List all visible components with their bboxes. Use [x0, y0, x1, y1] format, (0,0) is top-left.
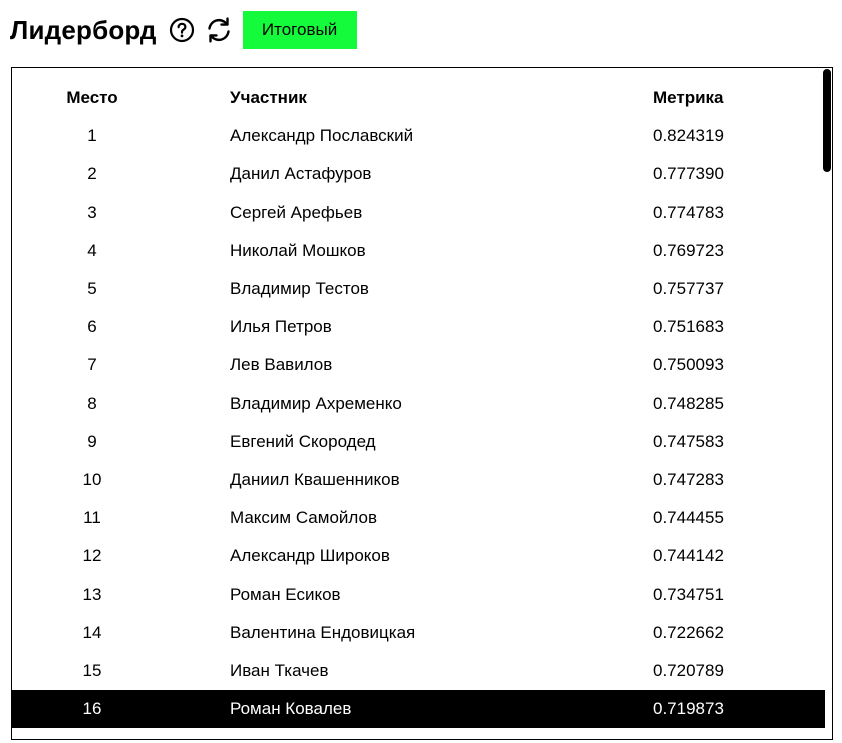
column-header-place[interactable]: Место	[12, 79, 230, 117]
column-header-metric[interactable]: Метрика	[653, 79, 825, 117]
table-row[interactable]: 15 Иван Ткачев 0.720789	[12, 652, 825, 690]
table-row[interactable]: 10 Даниил Квашенников 0.747283	[12, 461, 825, 499]
cell-place: 6	[87, 317, 97, 337]
cell-place: 13	[82, 584, 102, 604]
table-row[interactable]: 13 Роман Есиков 0.734751	[12, 575, 825, 613]
cell-participant: Иван Ткачев	[230, 660, 329, 680]
cell-metric: 0.734751	[653, 584, 724, 604]
cell-metric: 0.774783	[653, 202, 724, 222]
column-header-participant[interactable]: Участник	[230, 79, 653, 117]
cell-place: 1	[87, 126, 97, 146]
cell-participant: Данил Астафуров	[230, 164, 372, 184]
cell-place: 7	[87, 355, 97, 375]
cell-place: 15	[82, 660, 102, 680]
table-row[interactable]: 11 Максим Самойлов 0.744455	[12, 499, 825, 537]
cell-participant: Валентина Ендовицкая	[230, 622, 416, 642]
cell-place: 14	[82, 622, 102, 642]
table-row[interactable]: 3 Сергей Арефьев 0.774783	[12, 194, 825, 232]
cell-participant: Сергей Арефьев	[230, 202, 363, 222]
table-row[interactable]: 2 Данил Астафуров 0.777390	[12, 155, 825, 193]
table-row[interactable]: 9 Евгений Скороде­д 0.747583	[12, 423, 825, 461]
table-row[interactable]: 7 Лев Вавилов 0.750093	[12, 346, 825, 384]
cell-metric: 0.748285	[653, 393, 724, 413]
cell-place: 4	[87, 240, 97, 260]
final-leaderboard-button[interactable]: Итоговый	[242, 11, 357, 49]
page-title: Лидерборд	[10, 15, 157, 45]
leaderboard-table-container[interactable]: Место Участник Метрика 1 Александр Послав…	[11, 67, 833, 740]
cell-place: 2	[87, 164, 97, 184]
cell-participant: Александр Широков	[230, 546, 390, 566]
help-circle-icon[interactable]	[168, 16, 196, 44]
cell-participant: Николай Мошков	[230, 240, 366, 260]
table-row[interactable]: 8 Владимир Ахременко 0.748285	[12, 385, 825, 423]
cell-participant: Максим Самойлов	[230, 508, 377, 528]
cell-metric: 0.750093	[653, 355, 724, 375]
cell-place: 3	[87, 202, 97, 222]
cell-participant: Евгений Скороде­д	[230, 431, 376, 451]
cell-participant: Роман Ковалев	[230, 690, 653, 729]
header: Лидерборд Итоговый	[10, 10, 357, 50]
cell-metric: 0.769723	[653, 240, 724, 260]
cell-metric: 0.747283	[653, 469, 724, 489]
table-row[interactable]: 1 Александр Пославский 0.824319	[12, 117, 825, 155]
table-row[interactable]: 14 Валентина Ендовицкая 0.722662	[12, 614, 825, 652]
cell-metric: 0.722662	[653, 622, 724, 642]
cell-metric: 0.744142	[653, 546, 724, 566]
cell-place: 11	[83, 508, 101, 528]
cell-place: 16	[12, 690, 230, 729]
table-row[interactable]: 6 Илья Петров 0.751683	[12, 308, 825, 346]
cell-metric: 0.747583	[653, 431, 724, 451]
cell-metric: 0.744455	[653, 508, 724, 528]
cell-place: 5	[87, 279, 97, 299]
table-row[interactable]: 16 Роман Ковалев 0.719873	[12, 690, 825, 729]
table-row[interactable]: 5 Владимир Тестов 0.757737	[12, 270, 825, 308]
cell-metric: 0.757737	[653, 279, 724, 299]
cell-metric: 0.720789	[653, 660, 724, 680]
scrollbar-thumb[interactable]	[823, 69, 831, 172]
table-row[interactable]: 12 Александр Широков 0.744142	[12, 537, 825, 575]
leaderboard-table: Место Участник Метрика 1 Александр Послав…	[12, 79, 825, 729]
cell-metric: 0.719873	[653, 690, 825, 729]
cell-participant: Илья Петров	[230, 317, 332, 337]
cell-participant: Александр Пославский	[230, 126, 414, 146]
cell-metric: 0.824319	[653, 126, 724, 146]
cell-participant: Роман Есиков	[230, 584, 341, 604]
cell-metric: 0.777390	[653, 164, 724, 184]
cell-participant: Лев Вавилов	[230, 355, 333, 375]
cell-participant: Владимир Тестов	[230, 279, 369, 299]
cell-place: 8	[87, 393, 97, 413]
cell-place: 10	[82, 469, 102, 489]
table-header-row: Место Участник Метрика	[12, 79, 825, 117]
cell-metric: 0.751683	[653, 317, 724, 337]
cell-participant: Владимир Ахременко	[230, 393, 402, 413]
cell-place: 12	[82, 546, 102, 566]
cell-place: 9	[87, 431, 97, 451]
refresh-icon[interactable]	[205, 16, 233, 44]
cell-participant: Даниил Квашенников	[230, 469, 400, 489]
table-row[interactable]: 4 Николай Мошков 0.769723	[12, 232, 825, 270]
